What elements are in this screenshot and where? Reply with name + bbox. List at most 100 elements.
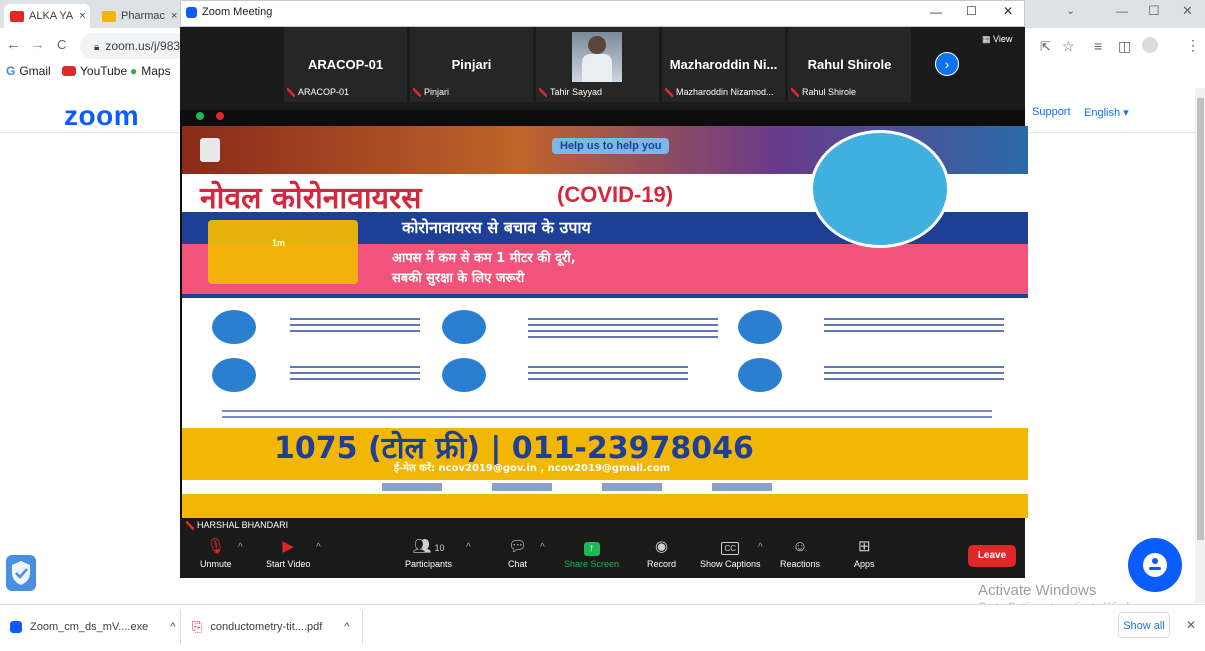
reactions-icon: ☺ — [792, 538, 808, 555]
bookmark-gmail[interactable]: G Gmail — [6, 64, 51, 78]
download-item[interactable]: Zoom_cm_ds_mV....exe ^ — [10, 614, 175, 640]
lock-icon: 🔒︎ — [94, 42, 100, 53]
bookmark-label: YouTube — [80, 64, 128, 78]
apps-button[interactable]: ⊞ Apps — [854, 538, 875, 569]
poster-divider — [182, 294, 1028, 298]
start-video-button[interactable]: ▶︎ Start Video — [266, 538, 310, 569]
zoom-app-icon — [186, 7, 197, 18]
back-button[interactable]: ← — [6, 36, 21, 53]
participants-icon: 👥︎ 10 — [412, 538, 445, 555]
download-item[interactable]: ⎘ conductometry-tit....pdf ^ — [192, 614, 349, 640]
chevron-up-icon[interactable]: ^ — [170, 621, 175, 633]
participant-label: Mazharoddin Nizamod... — [665, 87, 774, 97]
helpline-email: ई-मेल करें: ncov2019@gov.in , ncov2019@g… — [394, 463, 671, 474]
reading-list-icon[interactable]: ≡ — [1094, 38, 1102, 54]
mic-muted-icon — [287, 87, 295, 97]
covid-poster-image: Help us to help you नोवल कोरोनावायरस (CO… — [182, 126, 1028, 518]
bookmark-youtube[interactable]: YouTube — [62, 64, 127, 78]
youtube-favicon-icon — [10, 10, 24, 22]
download-filename: conductometry-tit....pdf — [210, 621, 323, 633]
reactions-button[interactable]: ☺ Reactions — [780, 538, 820, 569]
participant-name: Mazharoddin Ni... — [669, 57, 778, 72]
unmute-button[interactable]: 🎙︎ Unmute — [200, 538, 232, 569]
download-divider — [180, 610, 181, 644]
participants-options-chevron-icon[interactable]: ^ — [466, 542, 471, 553]
browser-tab[interactable]: ALKA YA × — [4, 4, 90, 28]
tab-close-icon[interactable]: × — [79, 10, 85, 22]
family-illustration — [810, 130, 950, 248]
audio-options-chevron-icon[interactable]: ^ — [238, 542, 243, 553]
participant-label: ARACOP-01 — [287, 87, 349, 97]
bookmark-star-icon[interactable]: ☆ — [1062, 38, 1075, 55]
tip-cough-icon — [442, 358, 486, 392]
browser-menu-icon[interactable]: ⋮ — [1186, 37, 1200, 54]
show-all-downloads-button[interactable]: Show all — [1118, 612, 1170, 638]
bookmark-label: Maps — [141, 64, 171, 78]
help-us-badge: Help us to help you — [552, 138, 670, 154]
minimize-button[interactable]: — — [1116, 4, 1128, 18]
share-screen-button[interactable]: ↑ Share Screen — [564, 538, 619, 569]
download-divider — [362, 610, 363, 644]
sharer-bar — [180, 518, 1025, 532]
close-download-bar-button[interactable]: ✕ — [1186, 618, 1196, 632]
record-button[interactable]: ◉ Record — [647, 538, 676, 569]
bookmark-maps[interactable]: ● Maps — [130, 64, 171, 78]
mic-muted-icon — [186, 520, 194, 530]
video-off-icon: ▶︎ — [282, 538, 294, 555]
zoom-logo[interactable]: zoom — [64, 100, 139, 132]
leave-button[interactable]: Leave — [968, 545, 1016, 567]
profile-avatar[interactable] — [1142, 37, 1158, 53]
social-handles — [382, 483, 822, 491]
activate-windows-title: Activate Windows — [978, 582, 1097, 599]
mic-muted-icon — [665, 87, 673, 97]
zoom-minimize-button[interactable]: — — [930, 5, 942, 19]
page-scrollbar-thumb[interactable] — [1197, 98, 1204, 540]
support-link[interactable]: Support — [1032, 106, 1071, 118]
chat-button[interactable]: 💬︎ Chat — [508, 538, 527, 569]
recording-dot-icon — [216, 112, 224, 120]
side-panel-icon[interactable]: ◫ — [1118, 38, 1131, 55]
next-page-chevron-icon[interactable]: › — [935, 52, 959, 76]
poster-title-hindi: नोवल कोरोनावायरस — [200, 181, 422, 216]
tip-text — [290, 366, 420, 380]
zoom-window-title: Zoom Meeting — [202, 6, 273, 18]
tab-title: ALKA YA — [29, 10, 74, 22]
zoom-maximize-button[interactable]: ☐ — [966, 4, 977, 18]
view-button[interactable]: ▦ View — [982, 34, 1012, 45]
bookmark-label: Gmail — [19, 64, 51, 78]
address-bar[interactable]: 🔒︎ zoom.us/j/9832 — [80, 33, 194, 59]
maximize-button[interactable]: ☐ — [1148, 3, 1160, 19]
video-options-chevron-icon[interactable]: ^ — [316, 542, 321, 553]
poster-line2: सबकी सुरक्षा के लिए जरूरी — [392, 271, 525, 286]
participant-name: ARACOP-01 — [307, 57, 384, 72]
forward-button[interactable]: → — [30, 36, 45, 53]
tab-close-icon[interactable]: × — [171, 10, 177, 22]
zoom-close-button[interactable]: ✕ — [1003, 4, 1013, 18]
zoom-window-titlebar[interactable] — [180, 0, 1025, 27]
pdf-file-icon: ⎘ — [192, 619, 203, 634]
participant-name: Rahul Shirole — [807, 57, 892, 72]
reload-button[interactable]: C — [57, 37, 66, 52]
tip-sanitizer-icon — [442, 310, 486, 344]
browser-tab[interactable]: Pharmac × — [96, 4, 180, 28]
tip-handwash-icon — [212, 310, 256, 344]
participants-button[interactable]: 👥︎ 10 Participants — [405, 538, 452, 569]
captions-options-chevron-icon[interactable]: ^ — [758, 542, 763, 553]
language-select[interactable]: English ▾ — [1084, 106, 1129, 119]
tab-search-icon[interactable]: ⌄ — [1066, 4, 1075, 17]
address-text: zoom.us/j/9832 — [105, 39, 187, 53]
share-page-icon[interactable]: ⇱ — [1040, 39, 1051, 55]
chat-options-chevron-icon[interactable]: ^ — [540, 542, 545, 553]
support-chat-button[interactable] — [1128, 538, 1182, 592]
mic-muted-icon — [413, 87, 421, 97]
chevron-up-icon[interactable]: ^ — [344, 621, 349, 633]
show-captions-button[interactable]: CC Show Captions — [700, 538, 761, 569]
close-window-button[interactable]: ✕ — [1182, 3, 1193, 19]
tip-text — [290, 318, 420, 332]
distance-label: 1m — [272, 238, 286, 248]
security-shield-icon[interactable] — [6, 555, 36, 591]
tab-title: Pharmac — [121, 10, 166, 22]
sharer-label: HARSHAL BHANDARI — [186, 520, 288, 530]
grid-view-icon: ▦ — [982, 34, 994, 44]
distancing-illustration — [208, 220, 358, 284]
